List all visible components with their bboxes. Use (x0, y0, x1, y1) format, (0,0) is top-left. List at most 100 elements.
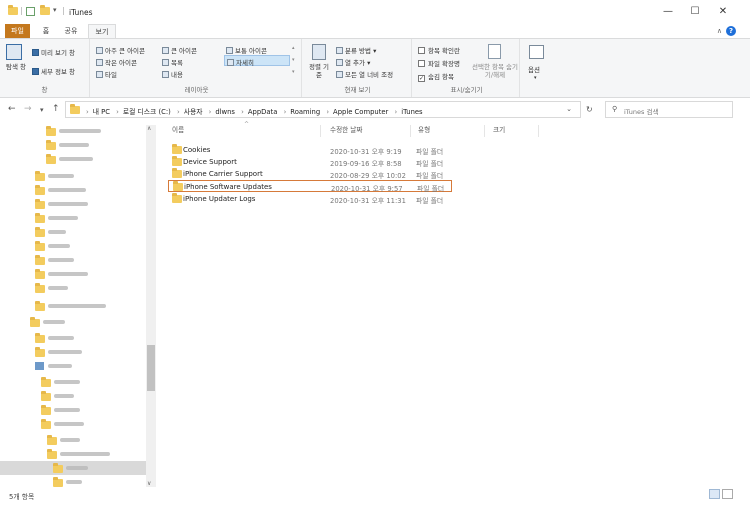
maximize-button[interactable]: ☐ (688, 5, 702, 19)
column-header-name[interactable]: 이름 (172, 124, 184, 138)
nav-scrollbar[interactable]: ∧ ∨ (146, 125, 156, 487)
list-option[interactable]: 목록 (162, 57, 183, 67)
nav-tree-item[interactable] (0, 169, 146, 183)
content-option[interactable]: 내용 (162, 69, 183, 79)
layout-expand-icon[interactable]: ▾ (292, 69, 295, 75)
nav-tree-item[interactable] (0, 225, 146, 239)
scroll-up-icon[interactable]: ∧ (147, 125, 151, 132)
breadcrumb-this-pc[interactable]: 내 PC (93, 108, 110, 116)
details-option[interactable]: 자세히 (224, 55, 290, 67)
tab-view[interactable]: 보기 (88, 24, 116, 38)
preview-pane-button[interactable]: 미리 보기 창 (32, 47, 75, 57)
file-row[interactable]: Cookies 2020-10-31 오후 9:19 파일 폴더 (168, 144, 452, 156)
new-folder-icon[interactable] (40, 5, 50, 18)
breadcrumb-appdata[interactable]: AppData (248, 108, 278, 116)
navigation-pane: ∧ ∨ (0, 121, 158, 489)
details-pane-button[interactable]: 세부 정보 창 (32, 66, 75, 76)
navigation-pane-button[interactable]: 탐색 창 (6, 63, 26, 71)
file-row[interactable]: iPhone Updater Logs 2020-10-31 오후 11:31 파일… (168, 193, 452, 205)
nav-scroll-thumb[interactable] (147, 345, 155, 391)
up-button[interactable]: ↑ (52, 104, 60, 114)
sort-by-button[interactable]: 정렬 기준 (308, 63, 330, 79)
search-input[interactable]: ⚲ iTunes 검색 (605, 101, 733, 118)
close-button[interactable]: ✕ (716, 5, 730, 19)
details-view-button[interactable] (709, 489, 720, 499)
breadcrumb-itunes[interactable]: iTunes (401, 108, 422, 116)
breadcrumb-users[interactable]: 사용자 (184, 108, 203, 116)
add-columns-button[interactable]: 열 추가 ▾ (336, 57, 370, 67)
minimize-button[interactable]: — (661, 5, 675, 19)
options-icon[interactable] (529, 45, 544, 59)
nav-tree-item[interactable] (0, 299, 146, 313)
breadcrumb-roaming[interactable]: Roaming (290, 108, 320, 116)
file-row[interactable]: Device Support 2019-09-16 오후 8:58 파일 폴더 (168, 156, 452, 168)
breadcrumb-apple-computer[interactable]: Apple Computer (333, 108, 388, 116)
group-by-button[interactable]: 분류 방법 ▾ (336, 45, 376, 55)
nav-tree-item[interactable] (0, 359, 146, 373)
hide-selected-icon[interactable] (488, 44, 501, 59)
large-icons-option[interactable]: 큰 아이콘 (162, 45, 197, 55)
breadcrumb-user[interactable]: dlwns (215, 108, 235, 116)
nav-tree-item[interactable] (0, 447, 146, 461)
sort-by-icon[interactable] (312, 44, 326, 60)
nav-tree-item[interactable] (0, 375, 146, 389)
collapse-ribbon-icon[interactable]: ∧ (717, 27, 722, 35)
nav-tree-item[interactable] (0, 417, 146, 431)
nav-tree-item[interactable] (0, 281, 146, 295)
tiles-option[interactable]: 타일 (96, 69, 117, 79)
small-icons-option[interactable]: 작은 아이콘 (96, 57, 137, 67)
separator: | (20, 6, 23, 15)
file-row-highlighted[interactable]: iPhone Software Updates 2020-10-31 오후 9:5… (168, 180, 452, 193)
nav-tree-item[interactable] (0, 475, 146, 489)
nav-tree-item[interactable] (0, 253, 146, 267)
forward-button[interactable]: → (24, 104, 32, 114)
nav-tree-item[interactable] (0, 345, 146, 359)
show-hide-group: 항목 확인란 파일 확장명 ✓ 숨김 항목 선택한 항목 숨기기/해제 표시/숨기… (414, 39, 520, 97)
options-dropdown-icon[interactable]: ▾ (534, 75, 537, 81)
tab-share[interactable]: 공유 (60, 24, 82, 38)
back-button[interactable]: ← (8, 104, 16, 114)
scroll-down-icon[interactable]: ∨ (147, 480, 151, 487)
address-box[interactable]: › 내 PC › 로컬 디스크 (C:) › 사용자 › dlwns › AppData … (65, 101, 581, 118)
nav-tree-item[interactable] (0, 267, 146, 281)
properties-icon[interactable] (26, 7, 35, 16)
file-row[interactable]: iPhone Carrier Support 2020-08-29 오후 10:0… (168, 168, 452, 180)
nav-tree-item[interactable] (0, 211, 146, 225)
tab-home[interactable]: 홈 (38, 24, 54, 38)
breadcrumb-local-disk[interactable]: 로컬 디스크 (C:) (123, 108, 171, 116)
nav-tree-item[interactable] (0, 331, 146, 345)
panes-group: 탐색 창 미리 보기 창 세부 정보 창 창 (0, 39, 90, 97)
nav-tree-item[interactable] (0, 239, 146, 253)
hide-selected-button[interactable]: 선택한 항목 숨기기/해제 (472, 63, 518, 79)
navigation-pane-icon[interactable] (6, 44, 22, 60)
customize-quick-access-icon[interactable]: ▾ (53, 6, 57, 17)
medium-icons-option[interactable]: 보통 아이콘 (226, 45, 267, 55)
item-checkboxes-toggle[interactable]: 항목 확인란 (418, 45, 460, 55)
nav-tree-item[interactable] (0, 315, 146, 329)
nav-tree-item[interactable] (0, 138, 146, 152)
nav-tree-item[interactable] (0, 197, 146, 211)
large-icons-view-button[interactable] (722, 489, 733, 499)
column-header-size[interactable]: 크기 (493, 124, 505, 138)
nav-tree-item[interactable] (0, 389, 146, 403)
nav-tree-item-selected[interactable] (0, 461, 146, 475)
options-button[interactable]: 옵션 (528, 64, 540, 74)
help-icon[interactable]: ? (726, 26, 736, 36)
size-all-columns-button[interactable]: 모든 열 너비 조정 (336, 69, 393, 79)
refresh-icon[interactable]: ↻ (586, 105, 593, 114)
nav-tree-item[interactable] (0, 433, 146, 447)
nav-tree-item[interactable] (0, 183, 146, 197)
nav-tree-item[interactable] (0, 403, 146, 417)
nav-tree-item[interactable] (0, 152, 146, 166)
hidden-items-toggle[interactable]: ✓ 숨김 항목 (418, 71, 454, 82)
address-dropdown-icon[interactable]: ⌄ (566, 105, 572, 113)
layout-scroll-up-icon[interactable]: ▴ (292, 45, 295, 51)
column-header-date[interactable]: 수정한 날짜 (330, 124, 362, 138)
tab-file[interactable]: 파일 (5, 24, 30, 38)
recent-locations-icon[interactable]: ▾ (40, 106, 44, 114)
nav-tree-item[interactable] (0, 124, 146, 138)
column-header-type[interactable]: 유형 (418, 124, 430, 138)
layout-scroll-down-icon[interactable]: ▾ (292, 57, 295, 63)
file-extensions-toggle[interactable]: 파일 확장명 (418, 58, 460, 68)
extra-large-icons-option[interactable]: 아주 큰 아이콘 (96, 45, 145, 55)
